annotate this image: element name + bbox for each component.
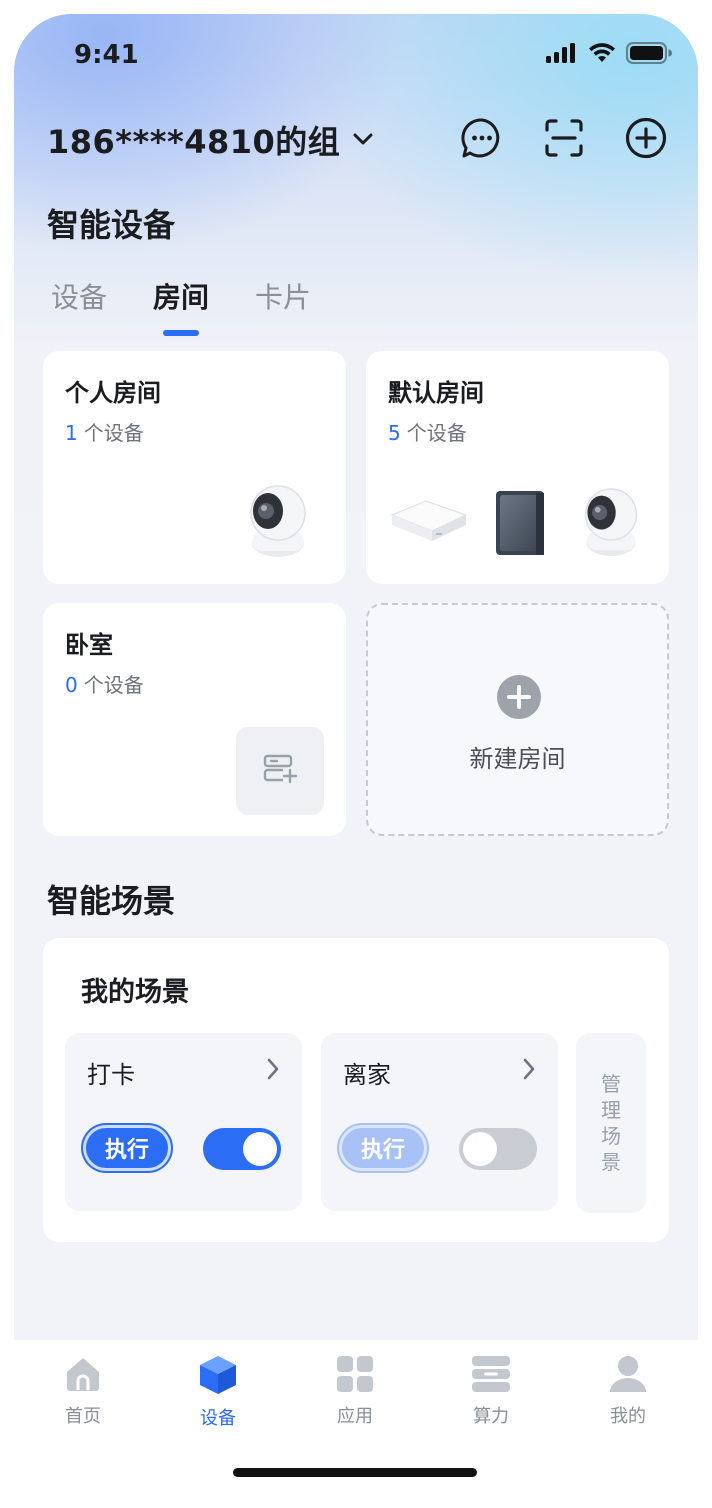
tab-devices-nav[interactable]: 设备 [168,1354,268,1430]
toggle-knob [463,1132,497,1166]
new-room-label: 新建房间 [469,745,566,773]
tab-cards[interactable]: 卡片 [255,276,311,336]
room-card-bedroom[interactable]: 卧室 0 个设备 [43,603,346,836]
device-count-number: 1 [65,421,78,445]
run-scene-button[interactable]: 执行 [339,1125,427,1171]
tab-compute[interactable]: 算力 [441,1354,541,1428]
manage-char: 景 [601,1150,621,1174]
camera-device-icon [578,483,644,565]
nas-device-icon [492,487,550,563]
device-count-unit: 个设备 [83,421,144,445]
room-card-default[interactable]: 默认房间 5 个设备 [366,351,669,584]
device-count-number: 0 [65,673,78,697]
tab-profile[interactable]: 我的 [578,1354,678,1428]
manage-scenes-button[interactable]: 管 理 场 景 [576,1033,646,1213]
cellular-signal-icon [546,43,578,67]
room-name: 个人房间 [65,379,161,407]
scene-toggle[interactable] [203,1128,281,1170]
chevron-right-icon [266,1057,280,1085]
device-count-unit: 个设备 [83,673,144,697]
toggle-knob [243,1132,277,1166]
chevron-right-icon [522,1057,536,1085]
message-button[interactable] [460,118,504,162]
add-button[interactable] [624,117,668,163]
compute-server-icon [470,1356,512,1398]
my-scenes-card: 我的场景 打卡 执行 离家 执行 管 理 场 景 [43,938,669,1242]
profile-icon [608,1356,648,1398]
apps-grid-icon [335,1356,375,1398]
device-cube-icon [197,1356,239,1400]
room-device-count: 5 个设备 [388,417,467,446]
manage-char: 理 [601,1098,621,1122]
status-time: 9:41 [74,40,139,70]
status-icons [546,42,672,68]
tab-label: 首页 [65,1406,101,1427]
room-name: 默认房间 [388,379,484,407]
chat-bubble-icon [461,117,503,163]
add-device-icon [263,754,298,788]
device-count-unit: 个设备 [406,421,467,445]
header: 186****4810的组 [47,110,668,170]
bottom-tab-bar: 首页 设备 应用 算力 我的 [14,1340,698,1494]
home-indicator[interactable] [233,1468,477,1477]
tab-devices[interactable]: 设备 [51,276,107,336]
tab-label: 算力 [473,1406,509,1427]
camera-device-icon [243,481,313,565]
room-name: 卧室 [65,631,113,659]
home-icon [63,1358,103,1398]
wifi-icon [588,43,616,67]
tab-rooms[interactable]: 房间 [153,276,209,336]
manage-scenes-label: 管 理 场 景 [576,1071,646,1175]
phone-screen: 9:41 186****4810的组 智能设备 设备 房间 卡片 个人房间 1 … [14,14,698,1494]
devices-section-title: 智能设备 [47,206,176,244]
scan-button[interactable] [542,118,586,162]
scene-tile[interactable]: 打卡 执行 [65,1033,302,1211]
battery-icon [626,42,672,68]
scan-icon [544,118,584,162]
tab-label: 设备 [200,1408,236,1429]
device-count-number: 5 [388,421,401,445]
group-name: 186****4810的组 [47,123,341,161]
scene-toggle[interactable] [459,1128,537,1170]
tab-apps[interactable]: 应用 [305,1354,405,1428]
tab-label: 应用 [337,1406,373,1427]
device-tabs: 设备 房间 卡片 [51,276,311,336]
plus-circle-icon [497,675,541,723]
header-actions [460,117,668,163]
router-device-icon [388,493,470,553]
group-selector[interactable]: 186****4810的组 [47,117,374,163]
scenes-section-title: 智能场景 [47,882,176,920]
my-scenes-title: 我的场景 [81,977,189,1008]
room-device-count: 1 个设备 [65,417,144,446]
scene-name: 打卡 [87,1061,135,1089]
scene-tile[interactable]: 离家 执行 [321,1033,558,1211]
manage-char: 场 [601,1124,621,1148]
add-device-to-room-button[interactable] [236,727,324,815]
room-device-count: 0 个设备 [65,669,144,698]
scene-name: 离家 [343,1061,391,1089]
run-scene-button[interactable]: 执行 [83,1125,171,1171]
room-card-personal[interactable]: 个人房间 1 个设备 [43,351,346,584]
tab-home[interactable]: 首页 [33,1354,133,1428]
chevron-down-icon [352,131,374,150]
plus-circle-icon [625,117,667,163]
new-room-card[interactable]: 新建房间 [366,603,669,836]
manage-char: 管 [601,1072,621,1096]
tab-label: 我的 [610,1406,646,1427]
